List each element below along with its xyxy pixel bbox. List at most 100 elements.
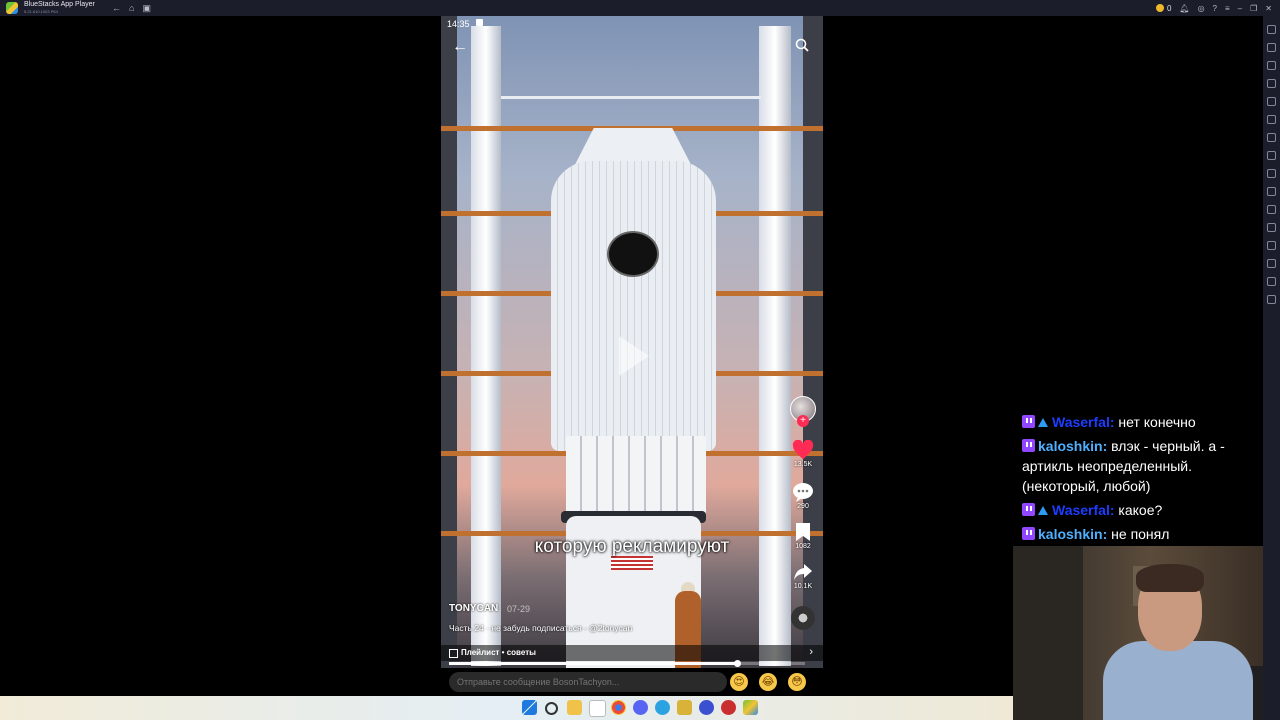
close-icon[interactable]: ✕ bbox=[1265, 4, 1272, 13]
titlebar-controls: 0 🔔︎ ◎ ? ≡ – ❐ ✕ bbox=[1155, 0, 1272, 16]
notification-icon bbox=[476, 19, 483, 26]
like-count: 13.5K bbox=[793, 461, 813, 468]
music-disc-icon[interactable] bbox=[791, 606, 815, 630]
message-bar: 😍︎ 😂︎ 😳︎ bbox=[441, 668, 823, 696]
back-arrow-icon[interactable]: ← bbox=[112, 3, 121, 13]
flushed-emoji-icon[interactable]: 😳︎ bbox=[788, 673, 806, 691]
comment-button[interactable]: 290 bbox=[789, 482, 817, 510]
screenshot-icon[interactable] bbox=[1267, 115, 1276, 124]
record-icon[interactable] bbox=[1267, 133, 1276, 142]
app-title: BlueStacks App Player 5.21.610.1003 P64 bbox=[24, 1, 104, 15]
heart-eyes-emoji-icon[interactable]: 😍︎ bbox=[730, 673, 748, 691]
account-icon[interactable]: ◎ bbox=[1198, 4, 1205, 13]
install-apk-icon[interactable] bbox=[1267, 97, 1276, 106]
search-icon[interactable] bbox=[545, 702, 558, 715]
like-button[interactable]: 13.5K bbox=[789, 440, 817, 468]
tiktok-video-screen[interactable]: 14:35 ← которую рекламируют + 13.5K 290 … bbox=[441, 16, 823, 668]
bluestacks-side-toolbar bbox=[1263, 16, 1280, 720]
chat-username: kaloshkin bbox=[1038, 438, 1103, 454]
telegram-icon[interactable] bbox=[655, 700, 670, 715]
scaffold-left bbox=[441, 16, 457, 668]
back-arrow-icon[interactable]: ← bbox=[452, 38, 468, 56]
rotate-icon[interactable] bbox=[1267, 205, 1276, 214]
chat-message: Waserfal: нет конечно bbox=[1022, 412, 1262, 432]
windows-start-icon[interactable] bbox=[522, 700, 537, 715]
eco-mode-icon[interactable] bbox=[1267, 259, 1276, 268]
location-icon[interactable] bbox=[1267, 169, 1276, 178]
us-flag bbox=[611, 556, 653, 570]
rocket-lower-section bbox=[566, 436, 706, 516]
bookmark-button[interactable]: 1082 bbox=[789, 522, 817, 550]
keyboard-icon[interactable] bbox=[1267, 61, 1276, 70]
author-name[interactable]: TONYCAN bbox=[449, 603, 498, 614]
folder-icon[interactable] bbox=[1267, 151, 1276, 160]
chevron-right-icon: › bbox=[809, 646, 813, 658]
app-icon[interactable] bbox=[721, 700, 736, 715]
file-explorer-icon[interactable] bbox=[567, 700, 582, 715]
gamepad-icon[interactable] bbox=[1267, 79, 1276, 88]
shake-icon[interactable] bbox=[1267, 187, 1276, 196]
search-icon[interactable] bbox=[795, 38, 809, 52]
message-input[interactable] bbox=[449, 672, 727, 692]
chat-username: Waserfal bbox=[1052, 502, 1110, 518]
streamer-shirt bbox=[1103, 641, 1253, 720]
menu-icon[interactable]: ≡ bbox=[1225, 4, 1230, 13]
app-name: BlueStacks App Player bbox=[24, 1, 95, 8]
share-button[interactable]: 10.1K bbox=[789, 562, 817, 590]
minimize-icon[interactable]: – bbox=[1238, 4, 1242, 13]
bluestacks-titlebar: BlueStacks App Player 5.21.610.1003 P64 … bbox=[0, 0, 1280, 16]
video-caption[interactable]: Часть 24 · не забудь подписаться - @2ton… bbox=[449, 623, 632, 633]
chat-text: не понял bbox=[1111, 526, 1170, 542]
chrome-icon[interactable] bbox=[611, 700, 626, 715]
help-icon[interactable]: ? bbox=[1213, 4, 1217, 13]
home-icon[interactable]: ⌂ bbox=[129, 3, 134, 13]
tower-pillar-left bbox=[471, 26, 501, 666]
chat-username: Waserfal bbox=[1052, 414, 1110, 430]
post-date: 07-29 bbox=[507, 604, 531, 614]
discord-icon[interactable] bbox=[633, 700, 648, 715]
twitch-icon bbox=[1022, 503, 1035, 516]
coin-icon[interactable] bbox=[1155, 4, 1164, 12]
macro-icon[interactable] bbox=[1267, 223, 1276, 232]
progress-knob[interactable] bbox=[734, 660, 742, 667]
follow-plus-icon[interactable]: + bbox=[797, 415, 809, 427]
railing bbox=[501, 96, 761, 99]
notepad-icon[interactable] bbox=[589, 700, 606, 717]
notification-bell-icon[interactable]: 🔔︎ bbox=[1179, 4, 1189, 13]
webcam-feed bbox=[1013, 546, 1263, 720]
messenger-icon[interactable] bbox=[699, 700, 714, 715]
multi-instance-icon[interactable] bbox=[1267, 241, 1276, 250]
volume-icon[interactable] bbox=[1267, 43, 1276, 52]
tower-pillar-right bbox=[759, 26, 791, 666]
chat-message: Waserfal: какое? bbox=[1022, 500, 1262, 520]
coin-count: 0 bbox=[1166, 3, 1172, 13]
app-version: 5.21.610.1003 P64 bbox=[24, 9, 58, 14]
bookmark-icon bbox=[796, 523, 810, 541]
badge-icon bbox=[1038, 506, 1048, 515]
settings-icon[interactable] bbox=[1267, 277, 1276, 286]
rocket-window bbox=[607, 231, 659, 277]
fullscreen-icon[interactable] bbox=[1267, 25, 1276, 34]
comment-count: 290 bbox=[797, 503, 809, 510]
music-disc-button[interactable] bbox=[789, 606, 817, 630]
heart-icon bbox=[792, 440, 814, 460]
bookmark-count: 1082 bbox=[795, 543, 811, 550]
progress-fill bbox=[449, 662, 738, 665]
playlist-icon bbox=[449, 649, 458, 658]
restore-icon[interactable]: ❐ bbox=[1250, 4, 1257, 13]
playlist-bar[interactable]: Плейлист • советы › bbox=[441, 645, 823, 661]
play-icon[interactable] bbox=[619, 336, 649, 376]
twitch-chat-overlay: Waserfal: нет конечно kaloshkin: влэк - … bbox=[1022, 412, 1262, 548]
laughing-emoji-icon[interactable]: 😂︎ bbox=[759, 673, 777, 691]
twitch-icon bbox=[1022, 415, 1035, 428]
twitch-icon bbox=[1022, 527, 1035, 540]
comment-icon bbox=[793, 483, 813, 502]
bluestacks-taskbar-icon[interactable] bbox=[743, 700, 758, 715]
status-time: 14:35 bbox=[447, 19, 470, 29]
back-icon[interactable] bbox=[1267, 295, 1276, 304]
video-progress-bar[interactable] bbox=[449, 660, 805, 667]
lock-app-icon[interactable] bbox=[677, 700, 692, 715]
recent-apps-icon[interactable]: ▣ bbox=[142, 3, 151, 14]
rocket-body bbox=[551, 161, 716, 451]
author-avatar-button[interactable]: + bbox=[789, 396, 817, 427]
